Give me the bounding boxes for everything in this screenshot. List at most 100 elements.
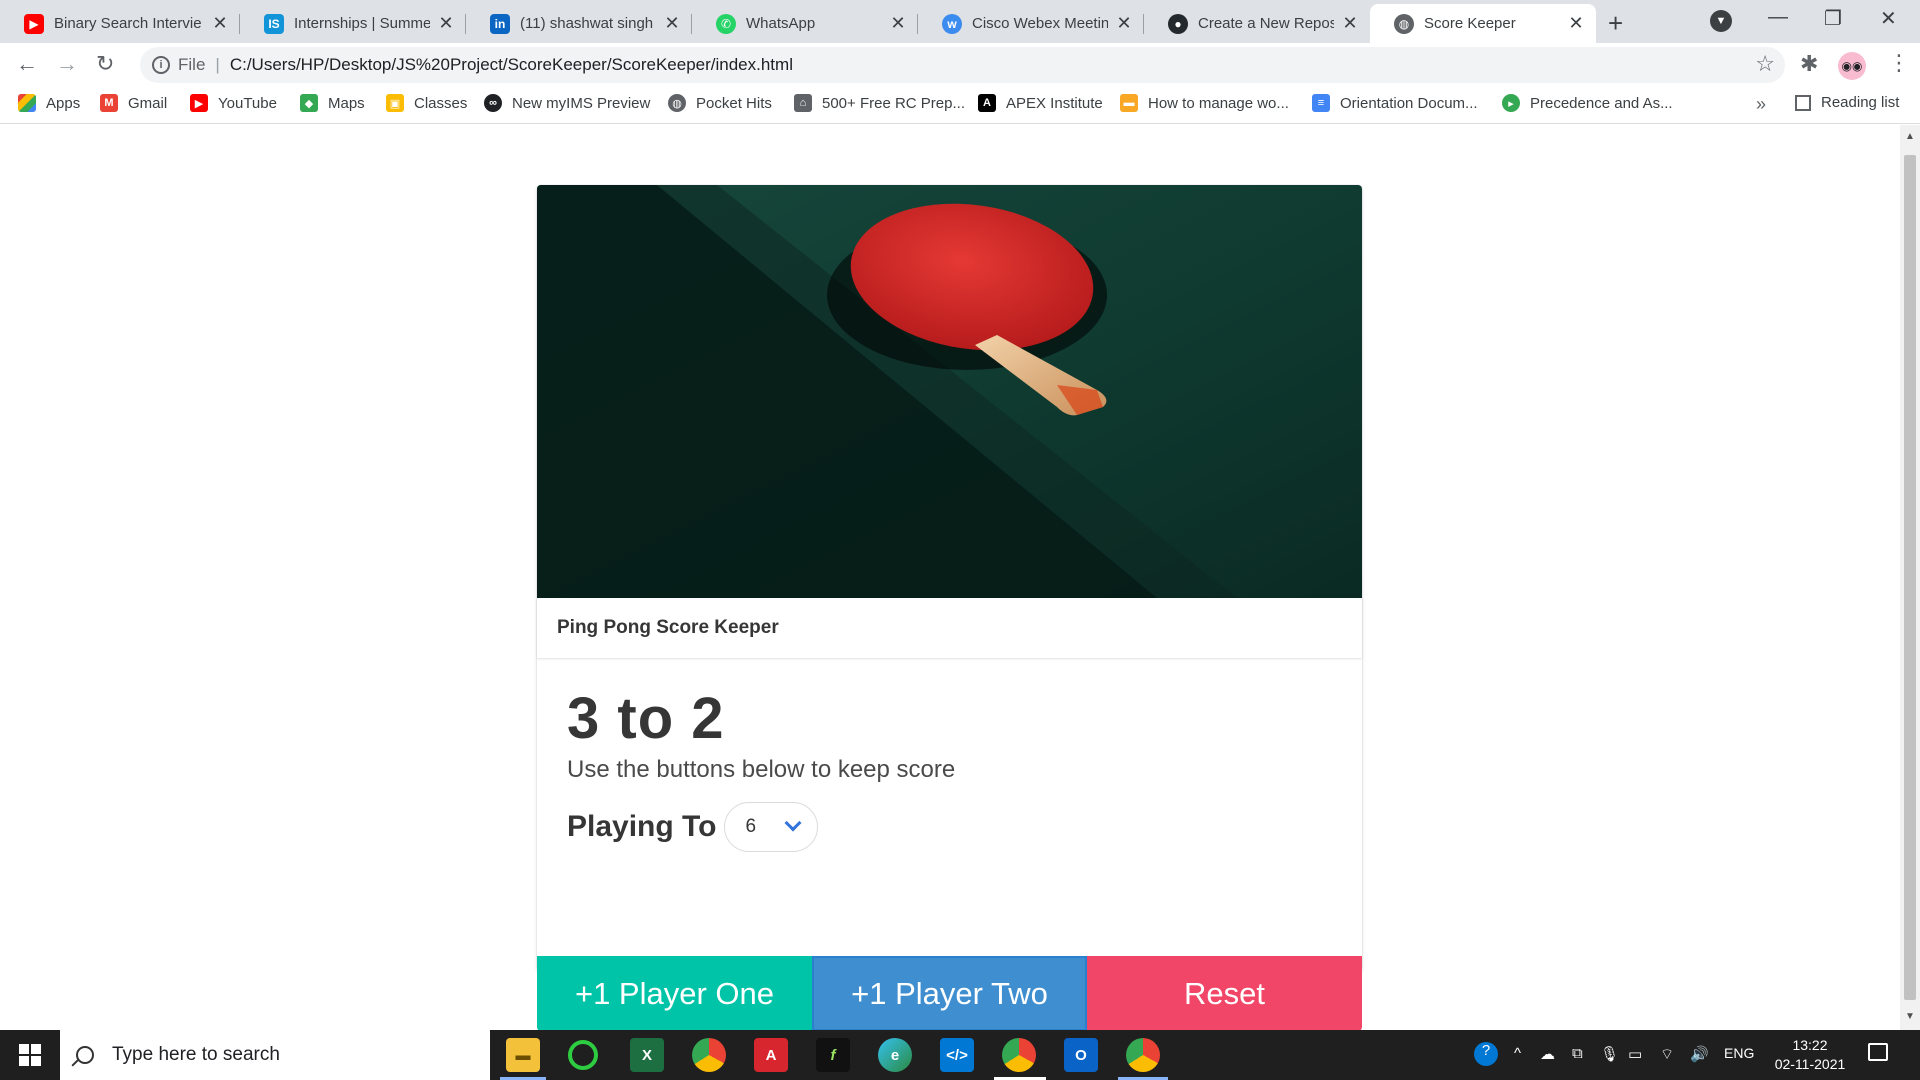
player-one-button[interactable]: +1 Player One [537, 956, 812, 1031]
bookmark-classes[interactable]: ▣ Classes [386, 94, 467, 112]
help-icon[interactable]: ? [1474, 1042, 1498, 1066]
tab-search-icon[interactable]: ▼ [1710, 10, 1732, 32]
vscode-icon[interactable]: </> [940, 1038, 974, 1072]
tab-strip: ▶ Binary Search Intervie ✕ IS Internship… [0, 0, 1920, 43]
bookmark-apex[interactable]: A APEX Institute [978, 94, 1103, 112]
tab-title: Binary Search Intervie [54, 15, 202, 32]
file-explorer-icon[interactable]: ▬ [506, 1038, 540, 1072]
chrome-icon[interactable] [692, 1038, 726, 1072]
ping-pong-paddle-image [537, 185, 1362, 598]
more-bookmarks-chevron-icon[interactable]: » [1756, 94, 1766, 115]
scroll-up-icon[interactable]: ▲ [1905, 131, 1915, 142]
system-clock[interactable]: 13:22 02-11-2021 [1762, 1036, 1858, 1074]
volume-icon[interactable]: 🔊 [1690, 1045, 1709, 1063]
tab-title: Internships | Summer [294, 15, 430, 32]
back-icon[interactable]: ← [16, 51, 38, 77]
battery-icon[interactable]: ▭ [1628, 1045, 1642, 1063]
page-scrollbar[interactable]: ▲ ▼ [1900, 125, 1920, 1030]
profile-avatar-icon[interactable]: ◉◉ [1838, 52, 1866, 80]
bookmark-star-icon[interactable]: ☆ [1755, 51, 1775, 77]
scroll-down-icon[interactable]: ▼ [1905, 1011, 1915, 1022]
bookmark-rc-prep[interactable]: ⌂ 500+ Free RC Prep... [794, 94, 965, 112]
scroll-thumb[interactable] [1904, 155, 1916, 1000]
wifi-icon[interactable]: ⌔ [1660, 1045, 1674, 1064]
blog-icon: ▬ [1120, 94, 1138, 112]
score-display: 3 to 2 [567, 685, 1327, 752]
bookmark-pocket-hits[interactable]: ◍ Pocket Hits [668, 94, 772, 112]
close-icon[interactable]: ✕ [436, 13, 456, 34]
function-icon[interactable]: f [816, 1038, 850, 1072]
youtube-icon: ▶ [190, 94, 208, 112]
globe-icon: ◍ [668, 94, 686, 112]
taskbar-search[interactable]: Type here to search [60, 1030, 490, 1080]
browser-toolbar: ← → ↻ i File | C:/Users/HP/Desktop/JS%20… [0, 43, 1920, 86]
close-icon[interactable]: ✕ [210, 13, 230, 34]
chrome-profile-icon[interactable] [1002, 1038, 1036, 1072]
kebab-menu-icon[interactable]: ⋮ [1888, 50, 1910, 76]
extensions-puzzle-icon[interactable]: ✱ [1800, 51, 1818, 77]
minimize-icon[interactable]: — [1768, 6, 1788, 29]
language-indicator[interactable]: ENG [1724, 1045, 1754, 1061]
reading-list-button[interactable]: Reading list [1795, 94, 1899, 111]
close-window-icon[interactable]: ✕ [1880, 6, 1897, 31]
microphone-icon[interactable]: 🎙 [1600, 1045, 1619, 1063]
apps-grid-icon [18, 94, 36, 112]
chrome-alt-icon[interactable] [1126, 1038, 1160, 1072]
acrobat-icon[interactable]: A [754, 1038, 788, 1072]
playing-to-select[interactable]: 6 [724, 802, 819, 852]
hat-icon: ⌂ [794, 94, 812, 112]
close-icon[interactable]: ✕ [662, 13, 682, 34]
reload-icon[interactable]: ↻ [96, 51, 114, 77]
tab-webex[interactable]: w Cisco Webex Meeting ✕ [918, 4, 1144, 43]
tab-score-keeper[interactable]: ◍ Score Keeper ✕ [1370, 4, 1596, 43]
bookmark-label: Pocket Hits [696, 94, 772, 112]
info-icon[interactable]: i [152, 56, 170, 74]
instructions-text: Use the buttons below to keep score [567, 756, 956, 783]
outlook-icon[interactable]: O [1064, 1038, 1098, 1072]
bookmark-orientation[interactable]: ≡ Orientation Docum... [1312, 94, 1478, 112]
playing-to-row: Playing To 6 [567, 802, 1327, 852]
spinner-icon[interactable] [568, 1040, 598, 1070]
reading-list-icon [1795, 94, 1811, 111]
internshala-icon: IS [264, 13, 284, 34]
tab-linkedin[interactable]: in (11) shashwat singh | I ✕ [466, 4, 692, 43]
close-icon[interactable]: ✕ [1114, 13, 1134, 34]
url-text[interactable]: C:/Users/HP/Desktop/JS%20Project/ScoreKe… [230, 55, 793, 75]
meet-now-icon[interactable]: ⧉ [1572, 1045, 1583, 1062]
paddle-photo-illustration [537, 185, 1362, 598]
bookmark-myims[interactable]: ∞ New myIMS Preview [484, 94, 650, 112]
reading-list-label: Reading list [1821, 94, 1900, 111]
tab-binary-search[interactable]: ▶ Binary Search Intervie ✕ [0, 4, 240, 43]
tab-internships[interactable]: IS Internships | Summer ✕ [240, 4, 466, 43]
bookmark-youtube[interactable]: ▶ YouTube [190, 94, 277, 112]
close-icon[interactable]: ✕ [1566, 13, 1586, 34]
close-icon[interactable]: ✕ [1340, 13, 1360, 34]
gmail-icon: M [100, 94, 118, 112]
start-button[interactable] [0, 1030, 60, 1080]
clock-date: 02-11-2021 [1774, 1056, 1846, 1072]
close-icon[interactable]: ✕ [888, 13, 908, 34]
new-tab-icon[interactable]: + [1608, 8, 1623, 39]
show-hidden-icons-chevron-icon[interactable]: ^ [1514, 1045, 1521, 1062]
card-content: 3 to 2 Use the buttons below to keep sco… [567, 685, 1327, 852]
bookmark-apps[interactable]: Apps [18, 94, 80, 112]
bookmark-label: Classes [414, 94, 468, 112]
bookmark-gmail[interactable]: M Gmail [100, 94, 167, 112]
card-title: Ping Pong Score Keeper [557, 617, 779, 638]
tab-github[interactable]: ● Create a New Reposit ✕ [1144, 4, 1370, 43]
onedrive-cloud-icon[interactable]: ☁ [1540, 1045, 1555, 1063]
chevron-down-icon [784, 814, 802, 832]
windows-taskbar: Type here to search ▬ X A f e </> O ? ^ … [0, 1030, 1920, 1080]
tab-whatsapp[interactable]: ✆ WhatsApp ✕ [692, 4, 918, 43]
reset-button[interactable]: Reset [1087, 956, 1362, 1031]
restore-icon[interactable]: ❐ [1824, 6, 1842, 31]
edge-icon[interactable]: e [878, 1038, 912, 1072]
notification-center-icon[interactable] [1868, 1043, 1888, 1061]
excel-icon[interactable]: X [630, 1038, 664, 1072]
bookmark-manage-work[interactable]: ▬ How to manage wo... [1120, 94, 1289, 112]
forward-icon[interactable]: → [56, 51, 78, 77]
bookmark-maps[interactable]: ◆ Maps [300, 94, 365, 112]
player-two-button[interactable]: +1 Player Two [812, 956, 1087, 1031]
bookmark-precedence[interactable]: ▸ Precedence and As... [1502, 94, 1673, 112]
address-bar[interactable]: i File | C:/Users/HP/Desktop/JS%20Projec… [140, 47, 1785, 83]
